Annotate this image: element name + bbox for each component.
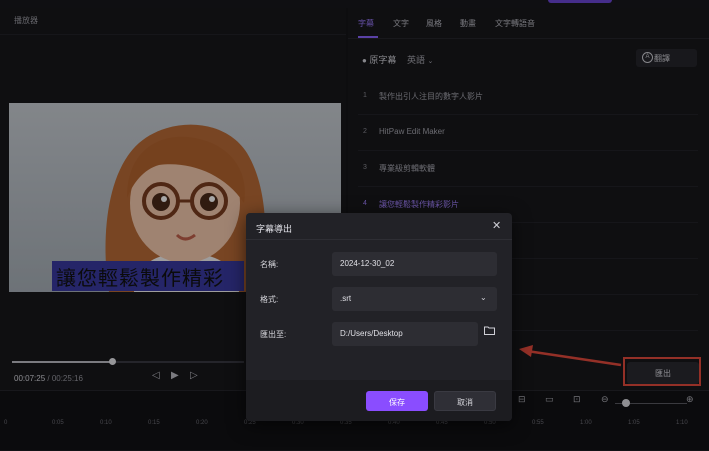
- format-value: .srt: [340, 294, 352, 303]
- cancel-label: 取消: [457, 398, 473, 407]
- chevron-down-icon: ⌄: [480, 293, 487, 302]
- save-label: 保存: [389, 398, 405, 407]
- close-icon[interactable]: ✕: [492, 219, 501, 232]
- dialog-title: 字幕導出: [256, 224, 293, 234]
- name-field[interactable]: 2024-12-30_02: [332, 252, 497, 276]
- cancel-button[interactable]: 取消: [434, 391, 496, 411]
- path-value: D:/Users/Desktop: [340, 329, 403, 338]
- format-label: 格式:: [260, 295, 279, 304]
- format-select[interactable]: .srt ⌄: [332, 287, 497, 311]
- folder-icon[interactable]: [484, 326, 495, 335]
- save-button[interactable]: 保存: [366, 391, 428, 411]
- path-field[interactable]: D:/Users/Desktop: [332, 322, 478, 346]
- dialog-divider: [246, 239, 512, 240]
- path-label: 匯出至:: [260, 330, 287, 339]
- name-label: 名稱:: [260, 260, 279, 269]
- name-value: 2024-12-30_02: [340, 259, 395, 268]
